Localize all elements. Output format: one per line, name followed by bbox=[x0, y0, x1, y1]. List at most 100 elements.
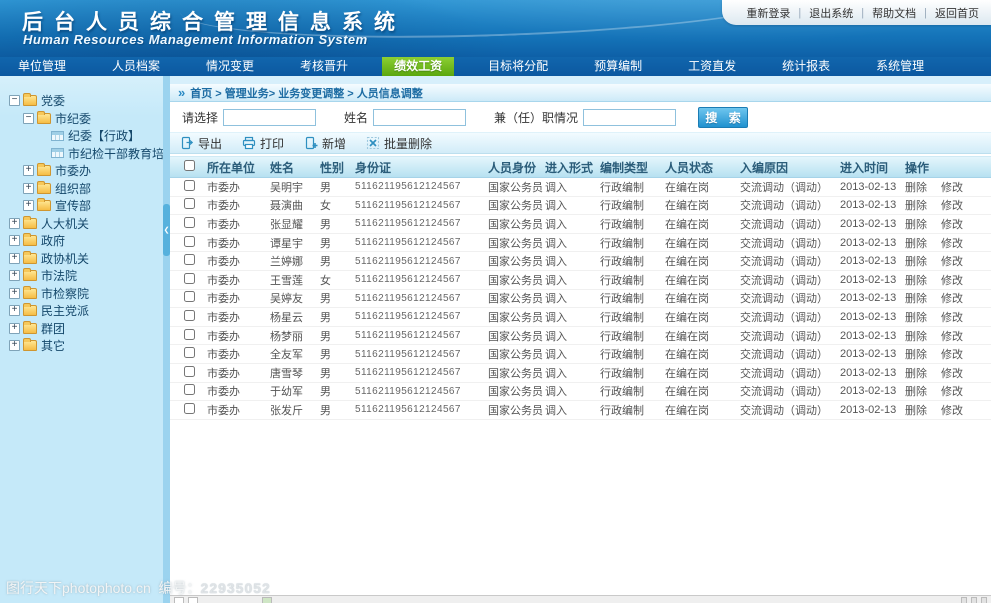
folder-icon bbox=[23, 270, 37, 281]
expand-toggle-icon[interactable]: + bbox=[9, 340, 20, 351]
expand-toggle-icon[interactable]: + bbox=[9, 218, 20, 229]
delete-link[interactable]: 删除 bbox=[905, 238, 927, 250]
delete-link[interactable]: 删除 bbox=[905, 256, 927, 268]
select-all-checkbox[interactable] bbox=[184, 160, 195, 171]
cell-actions: 删除 修改 bbox=[905, 402, 991, 418]
delete-link[interactable]: 删除 bbox=[905, 293, 927, 305]
delete-link[interactable]: 删除 bbox=[905, 386, 927, 398]
relogin-link[interactable]: 重新登录 bbox=[746, 5, 790, 21]
batch-delete-button[interactable]: 批量删除 bbox=[366, 135, 432, 152]
pagination-stub bbox=[961, 597, 967, 603]
edit-link[interactable]: 修改 bbox=[941, 256, 963, 268]
name-filter-input[interactable] bbox=[373, 109, 466, 126]
tree-item[interactable]: +政协机关 bbox=[0, 250, 163, 268]
collapse-toggle-icon[interactable]: − bbox=[23, 113, 34, 124]
tree-item[interactable]: −党委 bbox=[0, 92, 163, 110]
folder-icon bbox=[23, 95, 37, 106]
cell-org-type: 行政编制 bbox=[600, 290, 665, 306]
edit-link[interactable]: 修改 bbox=[941, 386, 963, 398]
row-checkbox[interactable] bbox=[184, 254, 195, 265]
pagination-bar[interactable] bbox=[170, 595, 991, 603]
delete-link[interactable]: 删除 bbox=[905, 349, 927, 361]
delete-link[interactable]: 删除 bbox=[905, 275, 927, 287]
tree-item[interactable]: +人大机关 bbox=[0, 215, 163, 233]
expand-toggle-icon[interactable]: + bbox=[9, 253, 20, 264]
print-button[interactable]: 打印 bbox=[242, 135, 284, 152]
tree-item-label: 宣传部 bbox=[55, 197, 91, 214]
expand-toggle-icon[interactable]: + bbox=[9, 288, 20, 299]
edit-link[interactable]: 修改 bbox=[941, 293, 963, 305]
row-checkbox[interactable] bbox=[184, 310, 195, 321]
delete-link[interactable]: 删除 bbox=[905, 331, 927, 343]
delete-link[interactable]: 删除 bbox=[905, 182, 927, 194]
expand-toggle-icon[interactable]: + bbox=[9, 270, 20, 281]
delete-link[interactable]: 删除 bbox=[905, 405, 927, 417]
menu-item-10[interactable]: 系统管理 bbox=[864, 57, 936, 76]
tree-item[interactable]: + 宣传部 bbox=[0, 197, 163, 215]
expand-toggle-icon[interactable]: + bbox=[23, 165, 34, 176]
help-doc-link[interactable]: 帮助文档 bbox=[872, 5, 916, 21]
edit-link[interactable]: 修改 bbox=[941, 182, 963, 194]
row-checkbox[interactable] bbox=[184, 273, 195, 284]
row-checkbox[interactable] bbox=[184, 347, 195, 358]
tree-item[interactable]: +市检察院 bbox=[0, 285, 163, 303]
edit-link[interactable]: 修改 bbox=[941, 405, 963, 417]
cell-gender: 男 bbox=[320, 179, 355, 195]
menu-item-4[interactable]: 考核晋升 bbox=[288, 57, 360, 76]
menu-item-8[interactable]: 工资直发 bbox=[676, 57, 748, 76]
tree-item[interactable]: +群团 bbox=[0, 320, 163, 338]
menu-item-9[interactable]: 统计报表 bbox=[770, 57, 842, 76]
row-checkbox[interactable] bbox=[184, 366, 195, 377]
row-checkbox[interactable] bbox=[184, 198, 195, 209]
menu-item-6[interactable]: 目标将分配 bbox=[476, 57, 560, 76]
position-filter-input[interactable] bbox=[583, 109, 676, 126]
expand-toggle-icon[interactable]: + bbox=[9, 305, 20, 316]
edit-link[interactable]: 修改 bbox=[941, 331, 963, 343]
collapse-toggle-icon[interactable]: − bbox=[9, 95, 20, 106]
edit-link[interactable]: 修改 bbox=[941, 368, 963, 380]
row-checkbox[interactable] bbox=[184, 217, 195, 228]
expand-toggle-icon[interactable]: + bbox=[23, 183, 34, 194]
menu-item-2[interactable]: 人员档案 bbox=[100, 57, 172, 76]
tree-item[interactable]: +政府 bbox=[0, 232, 163, 250]
row-checkbox[interactable] bbox=[184, 236, 195, 247]
row-checkbox[interactable] bbox=[184, 403, 195, 414]
tree-item[interactable]: +其它 bbox=[0, 337, 163, 355]
sidebar-collapse-handle[interactable]: ❮ bbox=[163, 204, 170, 256]
tree-item[interactable]: +市法院 bbox=[0, 267, 163, 285]
delete-link[interactable]: 删除 bbox=[905, 312, 927, 324]
row-checkbox[interactable] bbox=[184, 180, 195, 191]
row-checkbox[interactable] bbox=[184, 384, 195, 395]
row-checkbox[interactable] bbox=[184, 329, 195, 340]
menu-item-1[interactable]: 单位管理 bbox=[6, 57, 78, 76]
edit-link[interactable]: 修改 bbox=[941, 238, 963, 250]
edit-link[interactable]: 修改 bbox=[941, 275, 963, 287]
tree-item[interactable]: +组织部 bbox=[0, 180, 163, 198]
delete-link[interactable]: 删除 bbox=[905, 219, 927, 231]
row-checkbox[interactable] bbox=[184, 291, 195, 302]
menu-item-5[interactable]: 绩效工资 bbox=[382, 57, 454, 76]
menu-item-3[interactable]: 情况变更 bbox=[194, 57, 266, 76]
select-filter-input[interactable] bbox=[223, 109, 316, 126]
logout-link[interactable]: 退出系统 bbox=[809, 5, 853, 21]
back-home-link[interactable]: 返回首页 bbox=[935, 5, 979, 21]
tree-item[interactable]: −市纪委 bbox=[0, 110, 163, 128]
edit-link[interactable]: 修改 bbox=[941, 200, 963, 212]
tree-item[interactable]: +民主党派 bbox=[0, 302, 163, 320]
menu-item-7[interactable]: 预算编制 bbox=[582, 57, 654, 76]
export-button[interactable]: 导出 bbox=[180, 135, 222, 152]
edit-link[interactable]: 修改 bbox=[941, 312, 963, 324]
cell-entry-form: 调入 bbox=[545, 402, 600, 418]
search-button[interactable]: 搜 索 bbox=[698, 107, 748, 128]
expand-toggle-icon[interactable]: + bbox=[9, 323, 20, 334]
tree-item[interactable]: +纪委【行政】 bbox=[0, 127, 163, 145]
add-button[interactable]: 新增 bbox=[304, 135, 346, 152]
tree-item[interactable]: +市纪检干部教育培训中心 bbox=[0, 145, 163, 163]
edit-link[interactable]: 修改 bbox=[941, 349, 963, 361]
tree-item[interactable]: +市委办 bbox=[0, 162, 163, 180]
delete-link[interactable]: 删除 bbox=[905, 200, 927, 212]
expand-toggle-icon[interactable]: + bbox=[23, 200, 34, 211]
expand-toggle-icon[interactable]: + bbox=[9, 235, 20, 246]
edit-link[interactable]: 修改 bbox=[941, 219, 963, 231]
delete-link[interactable]: 删除 bbox=[905, 368, 927, 380]
